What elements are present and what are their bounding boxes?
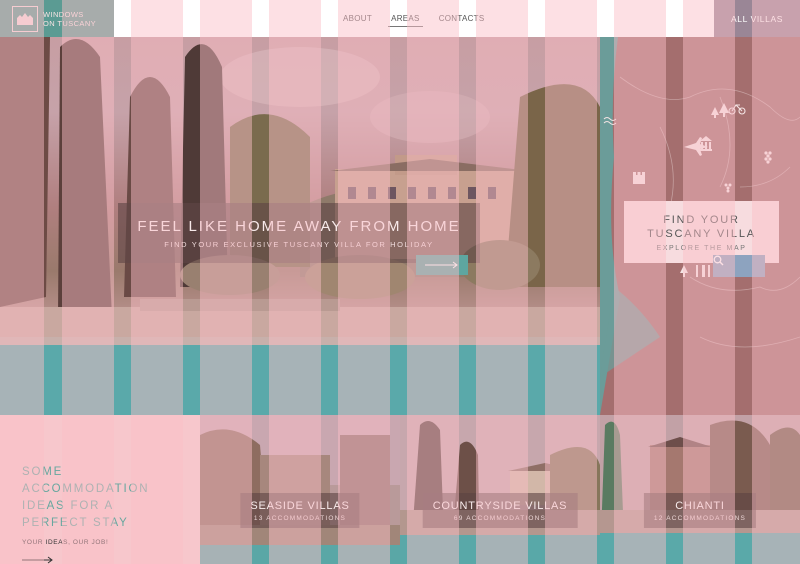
header: Windows on Tuscany About Areas Contacts … [0, 0, 800, 37]
countryside-villa-photo [400, 415, 600, 564]
fork-knife-icon [680, 265, 710, 277]
card-title: Seaside Villas [250, 500, 350, 512]
search-icon [713, 255, 724, 266]
promo-tagline: Your ideas, our job! [22, 539, 109, 546]
promo-title: Some accommodation ideas for a perfect s… [22, 466, 150, 529]
arrow-right-icon [425, 261, 458, 269]
logo-line-1: Windows [43, 9, 84, 19]
card-count: 69 Accommodations [453, 515, 547, 522]
card-title: Chianti [675, 500, 725, 512]
hero-headline-box: Feel like home away from home Find your … [118, 203, 480, 263]
map-title-line-1: Find your [663, 213, 740, 226]
card-label: Seaside Villas 13 Accommodations [240, 493, 360, 528]
map-subtitle: Explore the map [656, 244, 747, 252]
page: Windows on Tuscany About Areas Contacts … [0, 0, 800, 564]
hero-title: Feel like home away from home [137, 217, 461, 235]
hero-subtitle: Find your exclusive Tuscany villa for ho… [164, 239, 434, 249]
map-title: Find your Tuscany villa [647, 213, 756, 241]
chianti-villa-photo [600, 415, 800, 564]
logo[interactable]: Windows on Tuscany [0, 0, 114, 37]
grapes-icon [764, 151, 772, 164]
villa-logo-icon [12, 5, 38, 32]
map-search-button[interactable] [713, 255, 765, 277]
card-count: 12 Accommodations [653, 515, 747, 522]
card-label: Chianti 12 Accommodations [643, 493, 757, 528]
bicycle-icon [728, 104, 746, 115]
all-villas-button[interactable]: All Villas [714, 0, 800, 37]
nav-item-about[interactable]: About [340, 11, 375, 26]
promo-arrow-icon[interactable] [22, 555, 54, 564]
card-title: Countryside Villas [432, 500, 568, 512]
logo-text: Windows on Tuscany [43, 10, 96, 28]
card-label: Countryside Villas 69 Accommodations [422, 493, 578, 528]
map-title-line-2: Tuscany villa [647, 227, 756, 240]
promo-panel: Some accommodation ideas for a perfect s… [0, 415, 200, 564]
grapes-icon-2 [724, 183, 732, 193]
card-seaside-villas[interactable]: Seaside Villas 13 Accommodations [200, 415, 400, 564]
map-cta-card: Find your Tuscany villa Explore the map [624, 201, 779, 263]
hero: Feel like home away from home Find your … [0, 37, 600, 415]
logo-line-2: on Tuscany [43, 18, 97, 28]
tuscany-map[interactable]: Find your Tuscany villa Explore the map [600, 37, 800, 415]
nav-item-contacts[interactable]: Contacts [436, 11, 488, 26]
card-countryside-villas[interactable]: Countryside Villas 69 Accommodations [400, 415, 600, 564]
card-count: 13 Accommodations [253, 515, 347, 522]
hero-arrow-button[interactable] [416, 255, 468, 275]
nav-item-areas[interactable]: Areas [388, 11, 423, 27]
castle-icon [633, 172, 645, 184]
card-chianti[interactable]: Chianti 12 Accommodations [600, 415, 800, 564]
main-nav: About Areas Contacts [340, 0, 488, 37]
seaside-villa-photo [200, 415, 400, 564]
